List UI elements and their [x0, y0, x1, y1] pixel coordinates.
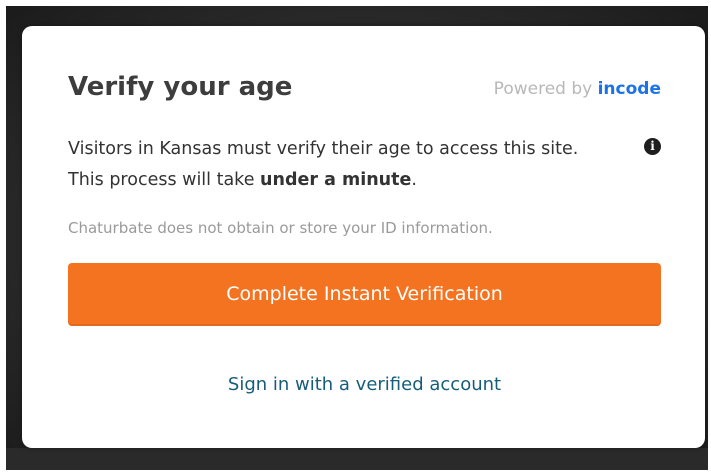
powered-by: Powered by incode [494, 78, 661, 100]
description-line-2-emphasis: under a minute [260, 170, 412, 190]
modal-description: Visitors in Kansas must verify their age… [68, 134, 668, 196]
incode-brand: incode [597, 79, 661, 99]
age-verification-modal: Verify your age Powered by incode Visito… [22, 26, 705, 448]
powered-by-label: Powered by [493, 79, 593, 99]
page-backdrop-bottom [6, 448, 708, 470]
info-icon[interactable]: i [644, 138, 661, 155]
modal-title: Verify your age [68, 72, 293, 102]
privacy-note: Chaturbate does not obtain or store your… [68, 219, 493, 237]
description-line-2-suffix: . [411, 170, 417, 190]
sign-in-verified-account-link[interactable]: Sign in with a verified account [68, 373, 661, 397]
complete-instant-verification-button[interactable]: Complete Instant Verification [68, 263, 661, 326]
description-line-2-prefix: This process will take [68, 170, 255, 190]
description-line-1: Visitors in Kansas must verify their age… [68, 139, 579, 159]
